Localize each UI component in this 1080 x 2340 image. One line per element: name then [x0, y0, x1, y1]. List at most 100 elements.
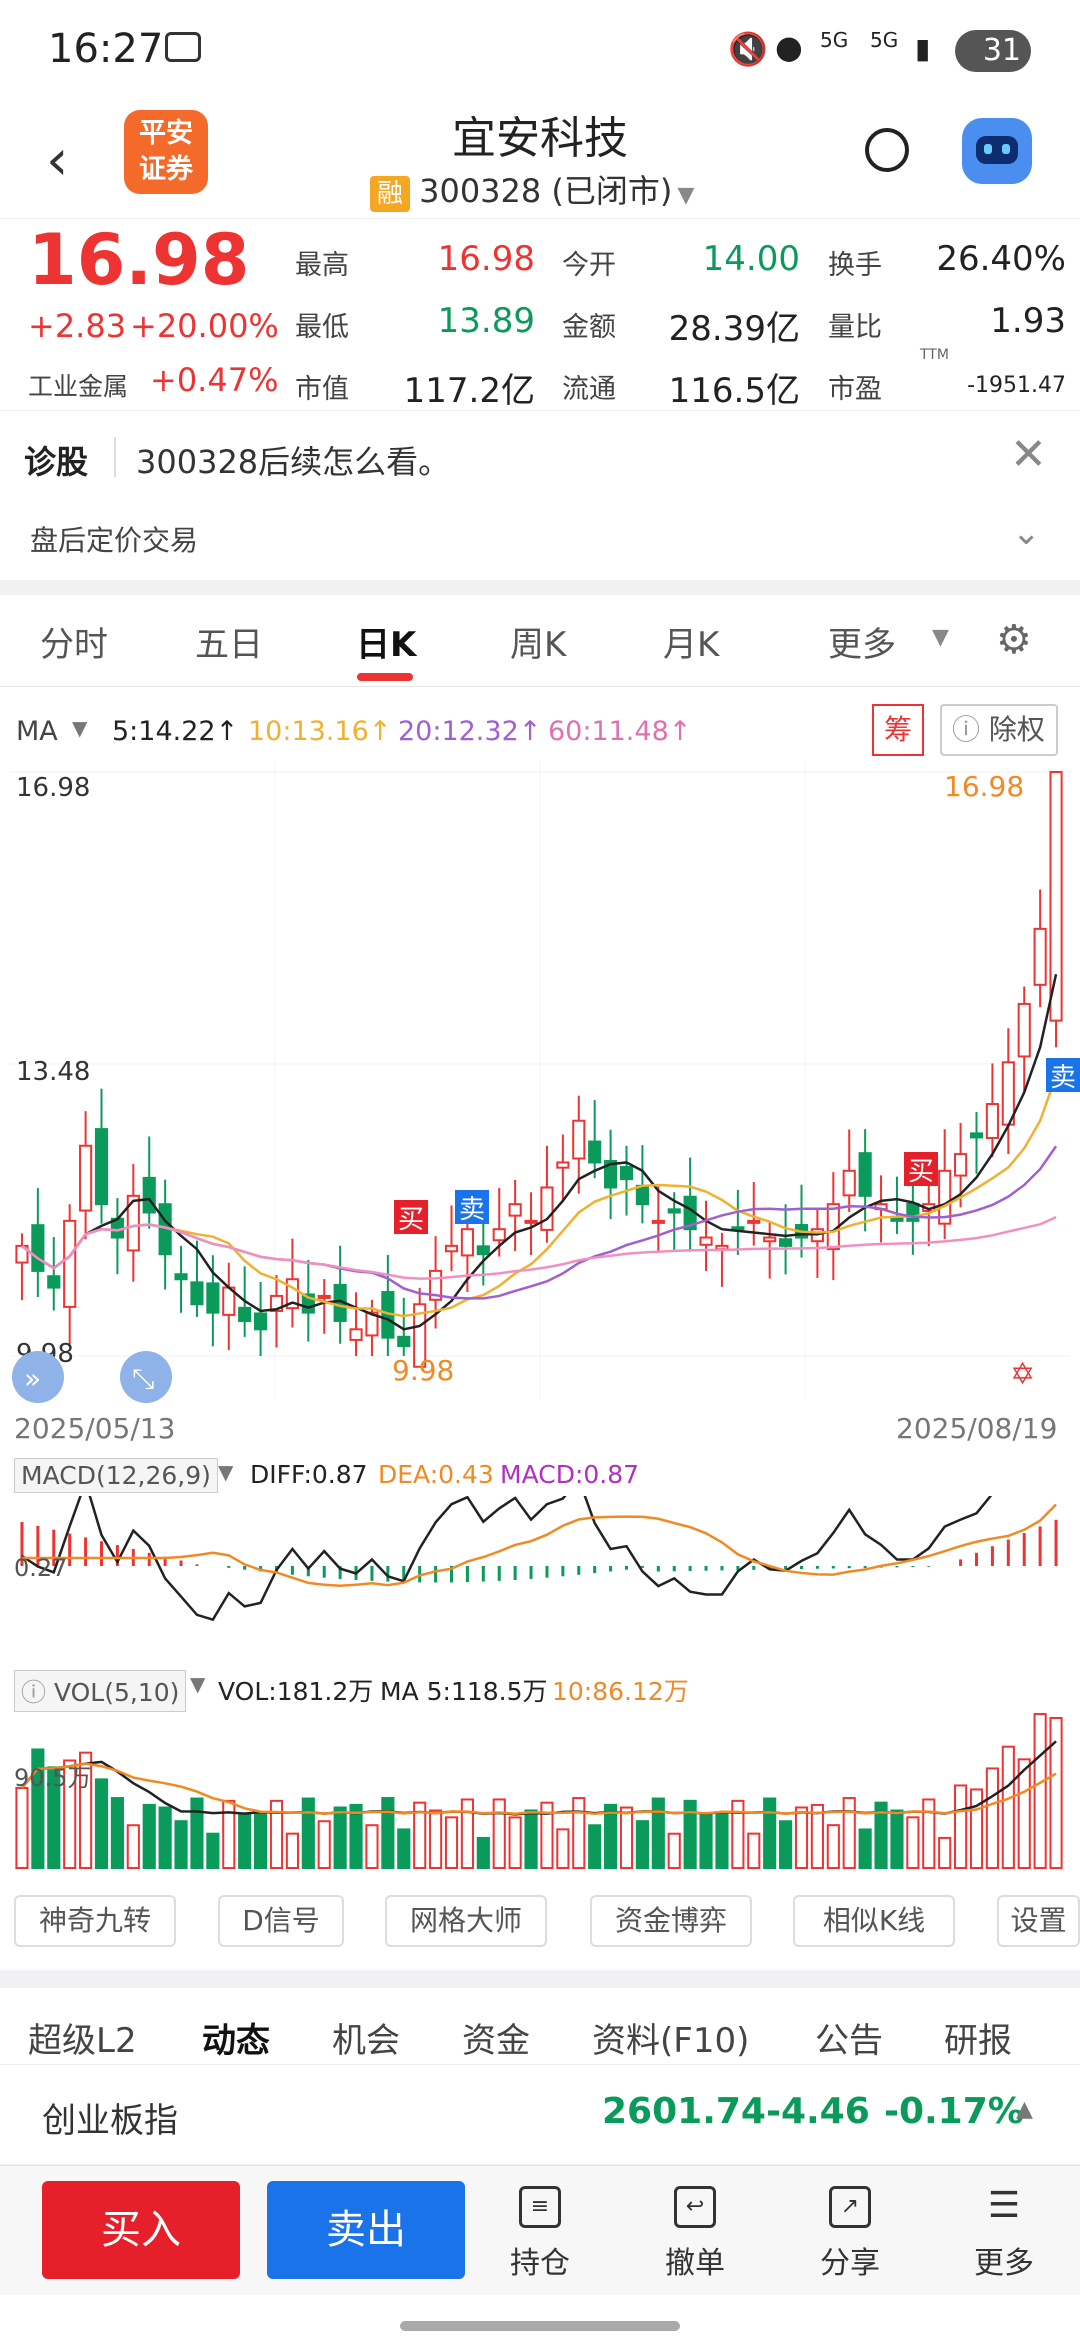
robot-assistant-icon[interactable] — [962, 118, 1032, 184]
candle-body — [190, 1281, 204, 1306]
volume-ma-line — [20, 1740, 1057, 1816]
candle-body — [858, 1152, 872, 1197]
settings-gear-icon[interactable]: ⚙ — [996, 617, 1032, 663]
sector-name[interactable]: 工业金属 — [28, 367, 128, 403]
tool-d-signal[interactable]: D信号 — [218, 1895, 344, 1947]
macd-chart[interactable]: 0.27 — [0, 1496, 1080, 1666]
active-tab-indicator — [357, 673, 413, 681]
candle-body — [747, 1219, 761, 1224]
candle-body — [508, 1203, 522, 1217]
tab-opportunity[interactable]: 机会 — [332, 2013, 400, 2062]
period-tabs: 分时 五日 日K 周K 月K 更多 ▼ ⚙ — [0, 595, 1080, 687]
volume-bar — [222, 1799, 236, 1869]
ttm-label: TTM — [920, 347, 949, 363]
tool-similar-k[interactable]: 相似K线 — [793, 1895, 955, 1947]
stock-code-status: 300328 (已闭市) — [419, 172, 673, 210]
index-ticker[interactable]: 创业板指 2601.74 -4.46 -0.17% ▲ — [0, 2065, 1080, 2165]
tool-grid-master[interactable]: 网格大师 — [385, 1895, 547, 1947]
expand-arrows-icon[interactable]: » — [12, 1351, 64, 1403]
volume-bar — [333, 1806, 347, 1870]
tab-super-l2[interactable]: 超级L2 — [28, 2013, 137, 2062]
signal-5g-2: 5G — [870, 28, 899, 52]
volume-bar — [985, 1767, 999, 1869]
buy-button[interactable]: 买入 — [42, 2181, 240, 2279]
quote-value-1: 14.00 — [702, 239, 800, 279]
star-icon[interactable]: ✡ — [1010, 1357, 1035, 1392]
tab-research[interactable]: 研报 — [944, 2013, 1012, 2062]
svg-text:卖: 卖 — [1050, 1063, 1076, 1093]
tab-daily-k[interactable]: 日K — [356, 617, 416, 666]
quote-label-2: 换手 — [828, 250, 882, 281]
vol-dropdown-icon[interactable]: ▼ — [190, 1672, 205, 1696]
sell-tag-2[interactable]: 卖 — [1046, 1058, 1080, 1093]
candle-body — [47, 1275, 61, 1289]
stock-subtitle[interactable]: 融 300328 (已闭市) ▼ — [370, 166, 710, 212]
tab-five-day[interactable]: 五日 — [195, 617, 263, 666]
chevron-down-icon[interactable]: ⌄ — [1012, 513, 1041, 553]
ma20-value: 20:12.32↑ — [398, 716, 542, 747]
screenshot-icon — [165, 32, 201, 62]
candle-body — [460, 1228, 474, 1257]
kline-chart[interactable]: 16.98 13.48 9.98 16.98 9.98 2025/05/13 2… — [0, 760, 1080, 1460]
chip-button[interactable]: 筹 — [872, 704, 924, 756]
ma-label[interactable]: MA — [16, 716, 58, 747]
volume-bar — [1033, 1713, 1047, 1870]
tab-announcements[interactable]: 公告 — [815, 2013, 883, 2062]
tool-fund-game[interactable]: 资金博弈 — [590, 1895, 752, 1947]
macd-label[interactable]: MACD(12,26,9) — [14, 1458, 218, 1493]
signal-bars-icon: ▮ — [915, 32, 931, 65]
volume-chart[interactable]: 90.5万 — [0, 1708, 1080, 1870]
price-change: +2.83 — [28, 307, 127, 345]
sell-tag-1[interactable]: 卖 — [455, 1190, 489, 1225]
fullscreen-icon[interactable]: ⤡ — [120, 1351, 172, 1403]
close-icon[interactable]: ✕ — [1010, 429, 1047, 480]
share-icon: ↗ — [829, 2186, 871, 2228]
volume-bar — [715, 1812, 729, 1870]
candle-body — [635, 1184, 649, 1206]
volume-bar — [556, 1828, 570, 1870]
more-button[interactable]: ☰ 更多 — [954, 2186, 1054, 2282]
candle-body — [1049, 771, 1063, 1022]
diagnosis-text[interactable]: 300328后续怎么看。 — [136, 437, 450, 483]
ma-dropdown-icon[interactable]: ▼ — [72, 716, 87, 740]
volume-bar — [842, 1797, 856, 1869]
search-icon[interactable] — [865, 128, 909, 172]
dropdown-icon: ▼ — [677, 183, 695, 208]
holdings-button[interactable]: ≡ 持仓 — [490, 2186, 590, 2282]
buy-tag-1[interactable]: 买 — [394, 1200, 428, 1235]
after-hours-label: 盘后定价交易 — [30, 524, 199, 557]
macd-dropdown-icon[interactable]: ▼ — [218, 1460, 233, 1484]
tab-weekly-k[interactable]: 周K — [510, 617, 566, 666]
tab-more[interactable]: 更多 — [828, 617, 896, 666]
tab-news[interactable]: 动态 — [202, 2013, 270, 2062]
dea-value: DEA:0.43 — [378, 1460, 494, 1489]
share-button[interactable]: ↗ 分享 — [800, 2186, 900, 2282]
quote-value-4: 28.39亿 — [668, 309, 800, 349]
tool-settings[interactable]: 设置 — [997, 1895, 1080, 1947]
volume-bar — [1017, 1758, 1031, 1869]
sell-button[interactable]: 卖出 — [267, 2181, 465, 2279]
vol-ma5-value: MA 5:118.5万 — [380, 1677, 548, 1706]
ex-rights-button[interactable]: ⓘ 除权 — [940, 704, 1058, 756]
quote-value-0: 16.98 — [437, 239, 535, 279]
candle-body — [731, 1226, 745, 1231]
tab-intraday[interactable]: 分时 — [40, 617, 108, 666]
ex-rights-label: 除权 — [988, 713, 1045, 746]
candle-body — [906, 1202, 920, 1222]
volume-bar — [238, 1812, 252, 1869]
volume-bar — [524, 1809, 538, 1870]
buy-tag-2[interactable]: 买 — [904, 1152, 938, 1187]
tab-f10[interactable]: 资料(F10) — [592, 2013, 749, 2062]
volume-bar — [794, 1806, 809, 1869]
volume-bar — [763, 1797, 777, 1869]
tab-monthly-k[interactable]: 月K — [663, 617, 719, 666]
svg-text:»: » — [24, 1362, 41, 1395]
volume-bar — [858, 1828, 872, 1869]
expand-up-icon[interactable]: ▲ — [1016, 2097, 1033, 2122]
cancel-order-button[interactable]: ↩ 撤单 — [645, 2186, 745, 2282]
share-label: 分享 — [820, 2246, 880, 2281]
volume-bar — [206, 1832, 220, 1870]
tab-funds[interactable]: 资金 — [462, 2013, 530, 2062]
vol-label[interactable]: ⓘ VOL(5,10) — [14, 1670, 187, 1712]
tool-magic-nine[interactable]: 神奇九转 — [14, 1895, 176, 1947]
